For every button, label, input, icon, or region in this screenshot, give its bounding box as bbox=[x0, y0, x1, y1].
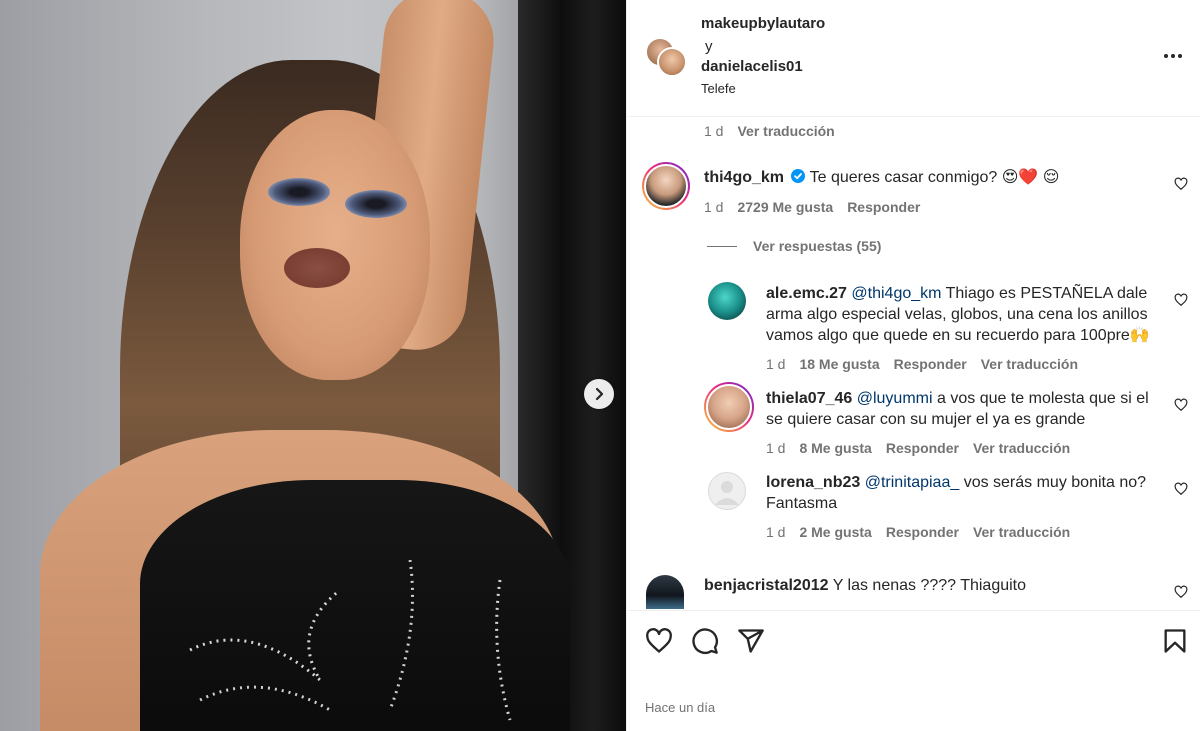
photo-bead-pattern bbox=[189, 560, 512, 721]
chevron-right-icon bbox=[595, 387, 604, 401]
comment-meta: 1 d 2729 Me gusta Responder bbox=[704, 199, 934, 215]
default-avatar-icon bbox=[715, 481, 739, 505]
comment-text: thi4go_km Te queres casar conmigo? 😍❤️ 😌 bbox=[704, 167, 1144, 188]
heart-icon[interactable] bbox=[1174, 482, 1188, 496]
heart-icon[interactable] bbox=[1174, 585, 1188, 599]
location-link[interactable]: Telefe bbox=[701, 81, 736, 96]
comment-username[interactable]: lorena_nb23 bbox=[766, 474, 860, 491]
username-link[interactable]: makeupbylautaro bbox=[701, 15, 825, 32]
divider bbox=[707, 245, 737, 247]
mention-link[interactable]: @luyummi bbox=[857, 390, 933, 407]
bookmark-icon[interactable] bbox=[1161, 627, 1189, 655]
likes-count[interactable]: 2729 Me gusta bbox=[737, 199, 833, 215]
post-photo[interactable] bbox=[0, 0, 626, 731]
timestamp: 1 d bbox=[766, 440, 786, 456]
comment-meta: 1 d 8 Me gusta Responder Ver traducción bbox=[766, 440, 1084, 456]
view-replies-button[interactable]: Ver respuestas (55) bbox=[707, 238, 881, 254]
comment-meta: 1 d 18 Me gusta Responder Ver traducción bbox=[766, 356, 1092, 372]
comment-body: Y las nenas ???? Thiaguito bbox=[832, 577, 1027, 594]
translate-link[interactable]: Ver traducción bbox=[973, 440, 1070, 456]
verified-badge-icon bbox=[791, 169, 806, 183]
photo-eye-left bbox=[268, 178, 330, 206]
comment-text: ale.emc.27 @thi4go_km Thiago es PESTAÑEL… bbox=[766, 283, 1151, 346]
carousel-next-button[interactable] bbox=[584, 379, 614, 409]
conjunction-text: y bbox=[705, 38, 713, 55]
timestamp: 1 d bbox=[766, 356, 786, 372]
avatar[interactable] bbox=[708, 282, 746, 320]
comment-icon[interactable] bbox=[691, 627, 719, 655]
photo-lips bbox=[284, 248, 350, 288]
username-link[interactable]: danielacelis01 bbox=[701, 58, 803, 75]
photo-face bbox=[240, 110, 430, 380]
avatar[interactable] bbox=[704, 382, 754, 432]
comment-text: lorena_nb23 @trinitapiaa_ vos serás muy … bbox=[766, 472, 1151, 514]
heart-icon[interactable] bbox=[1174, 293, 1188, 307]
translate-link[interactable]: Ver traducción bbox=[981, 356, 1078, 372]
photo-eye-right bbox=[345, 190, 407, 218]
caption-meta: 1 d Ver traducción bbox=[704, 123, 849, 139]
likes-count[interactable]: 8 Me gusta bbox=[799, 440, 871, 456]
translate-link[interactable]: Ver traducción bbox=[973, 524, 1070, 540]
view-replies-label: Ver respuestas (55) bbox=[753, 238, 882, 254]
comment-text: benjacristal2012 Y las nenas ???? Thiagu… bbox=[704, 575, 1144, 596]
comment-username[interactable]: ale.emc.27 bbox=[766, 285, 847, 302]
mention-link[interactable]: @trinitapiaa_ bbox=[865, 474, 960, 491]
timestamp: 1 d bbox=[766, 524, 786, 540]
avatar bbox=[657, 47, 687, 77]
send-icon[interactable] bbox=[737, 627, 765, 655]
post-timestamp: Hace un día bbox=[645, 700, 716, 715]
mention-link[interactable]: @thi4go_km bbox=[851, 285, 941, 302]
timestamp: 1 d bbox=[704, 199, 724, 215]
post-details-panel: makeupbylautaro y danielacelis01 Telefe … bbox=[626, 0, 1200, 731]
avatar[interactable] bbox=[646, 575, 684, 609]
post-header: makeupbylautaro y danielacelis01 Telefe bbox=[627, 0, 1200, 112]
translate-link[interactable]: Ver traducción bbox=[737, 123, 834, 139]
avatar[interactable] bbox=[642, 162, 690, 210]
reply-button[interactable]: Responder bbox=[847, 199, 920, 215]
avatar[interactable] bbox=[708, 472, 746, 510]
timestamp: 1 d bbox=[704, 123, 724, 139]
more-options-icon[interactable] bbox=[1161, 44, 1185, 68]
likes-count[interactable]: 18 Me gusta bbox=[799, 356, 879, 372]
heart-icon[interactable] bbox=[1174, 177, 1188, 191]
reply-button[interactable]: Responder bbox=[886, 524, 959, 540]
reply-button[interactable]: Responder bbox=[894, 356, 967, 372]
comment-username[interactable]: thi4go_km bbox=[704, 169, 784, 186]
action-bar bbox=[627, 610, 1200, 671]
collab-avatars[interactable] bbox=[645, 37, 687, 77]
divider bbox=[627, 116, 1200, 117]
likes-count[interactable]: 2 Me gusta bbox=[799, 524, 871, 540]
comment-username[interactable]: benjacristal2012 bbox=[704, 577, 829, 594]
heart-icon[interactable] bbox=[645, 627, 673, 655]
reply-button[interactable]: Responder bbox=[886, 440, 959, 456]
comment-meta: 1 d 2 Me gusta Responder Ver traducción bbox=[766, 524, 1084, 540]
comment-text: thiela07_46 @luyummi a vos que te molest… bbox=[766, 388, 1151, 430]
comment-body: Te queres casar conmigo? 😍❤️ 😌 bbox=[809, 169, 1060, 186]
comment-username[interactable]: thiela07_46 bbox=[766, 390, 852, 407]
heart-icon[interactable] bbox=[1174, 398, 1188, 412]
